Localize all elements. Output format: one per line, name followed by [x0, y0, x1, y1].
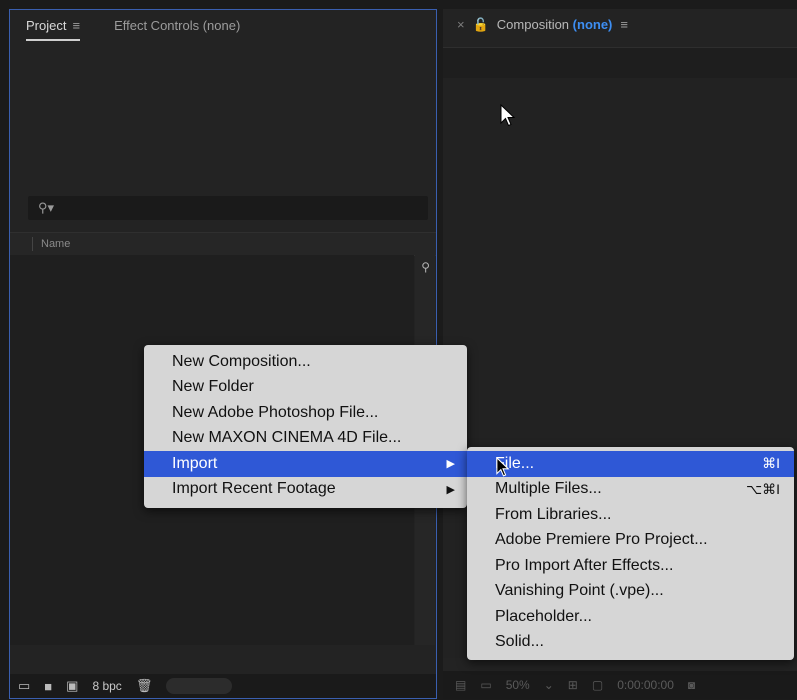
timecode[interactable]: 0:00:00:00 [617, 678, 674, 692]
tab-project-label: Project [26, 18, 67, 33]
column-separator [32, 237, 33, 251]
tab-project[interactable]: Project ≡ [26, 18, 81, 41]
zoom-level[interactable]: 50% [506, 678, 530, 692]
menu-item-label: Import Recent Footage [172, 480, 336, 498]
submenu-item-from-libraries[interactable]: From Libraries... [467, 502, 794, 528]
menu-item-import[interactable]: Import ▶ [144, 451, 467, 477]
region-icon[interactable]: ▢ [592, 678, 603, 692]
lock-icon[interactable]: 🔓 [473, 17, 489, 33]
trash-icon[interactable]: 🗑 [136, 678, 153, 694]
panel-menu-icon[interactable]: ≡ [72, 18, 80, 33]
search-icon: ⚲▾ [38, 200, 55, 215]
menu-item-label: Multiple Files... [495, 480, 602, 498]
project-preview-area [10, 48, 436, 200]
menu-item-label: Solid... [495, 633, 544, 651]
zoom-dropdown-icon[interactable]: ⌄ [544, 678, 554, 692]
submenu-item-solid[interactable]: Solid... [467, 630, 794, 656]
submenu-item-vanishing-point[interactable]: Vanishing Point (.vpe)... [467, 579, 794, 605]
composition-none-label: (none) [572, 17, 613, 32]
column-header[interactable]: Name [10, 232, 436, 256]
camera-icon[interactable]: ◙ [688, 678, 695, 692]
menu-item-shortcut: ⌥⌘I [745, 480, 780, 497]
submenu-item-placeholder[interactable]: Placeholder... [467, 604, 794, 630]
column-header-name[interactable]: Name [41, 238, 70, 250]
menu-item-label: New Folder [172, 378, 254, 396]
menu-item-label: New Composition... [172, 352, 311, 370]
menu-item-label: Adobe Premiere Pro Project... [495, 531, 708, 549]
menu-item-label: Pro Import After Effects... [495, 556, 674, 574]
project-search-input[interactable]: ⚲▾ [28, 196, 428, 220]
menu-item-label: Vanishing Point (.vpe)... [495, 582, 664, 600]
menu-item-new-folder[interactable]: New Folder [144, 375, 467, 401]
composition-title: Composition [496, 17, 570, 32]
submenu-arrow-icon: ▶ [446, 458, 455, 471]
menu-item-label: From Libraries... [495, 505, 612, 523]
tab-effect-controls[interactable]: Effect Controls (none) [114, 18, 240, 33]
menu-item-label: Placeholder... [495, 607, 592, 625]
composition-footer: ▤ ▭ 50% ⌄ ⊞ ▢ 0:00:00:00 ◙ [443, 671, 797, 699]
menu-item-label: New Adobe Photoshop File... [172, 403, 379, 421]
menu-item-shortcut: ⌘I [762, 455, 780, 472]
menu-item-new-cinema4d-file[interactable]: New MAXON CINEMA 4D File... [144, 426, 467, 452]
menu-item-label: New MAXON CINEMA 4D File... [172, 429, 402, 447]
menu-item-import-recent-footage[interactable]: Import Recent Footage ▶ [144, 477, 467, 503]
grid-icon[interactable]: ⊞ [568, 678, 578, 692]
project-tabbar: Project ≡ Effect Controls (none) [10, 10, 436, 48]
import-submenu: File... ⌘I Multiple Files... ⌥⌘I From Li… [467, 447, 794, 660]
submenu-item-premiere-project[interactable]: Adobe Premiere Pro Project... [467, 528, 794, 554]
menu-item-new-photoshop-file[interactable]: New Adobe Photoshop File... [144, 400, 467, 426]
submenu-arrow-icon: ▶ [446, 483, 455, 496]
composition-subbar [443, 47, 797, 78]
tab-effect-controls-label: Effect Controls (none) [114, 18, 241, 33]
new-folder-icon[interactable]: ■ [44, 679, 52, 694]
menu-item-label: Import [172, 454, 218, 472]
close-icon[interactable]: × [457, 17, 465, 32]
bit-depth-button[interactable]: 8 bpc [92, 679, 121, 693]
new-composition-icon[interactable]: ▣ [66, 678, 78, 694]
thumbnail-size-slider[interactable] [166, 678, 233, 694]
project-bottom-bar: ▭ ■ ▣ 8 bpc 🗑 [10, 674, 436, 698]
safe-zones-icon[interactable]: ▤ [455, 678, 466, 692]
monitor-icon[interactable]: ▭ [480, 678, 491, 692]
mouse-cursor-icon [496, 457, 510, 477]
submenu-item-multiple-files[interactable]: Multiple Files... ⌥⌘I [467, 477, 794, 503]
mouse-cursor-icon [500, 104, 516, 127]
composition-tabbar: × 🔓 Composition (none) ≡ [443, 9, 797, 47]
project-context-menu: New Composition... New Folder New Adobe … [144, 345, 467, 508]
flowchart-icon[interactable]: ⚲ [421, 260, 430, 274]
composition-tab-title[interactable]: Composition (none) [497, 17, 613, 32]
interpret-footage-icon[interactable]: ▭ [18, 678, 30, 694]
submenu-item-file[interactable]: File... ⌘I [467, 451, 794, 477]
menu-item-new-composition[interactable]: New Composition... [144, 349, 467, 375]
composition-menu-icon[interactable]: ≡ [620, 17, 628, 32]
submenu-item-pro-import[interactable]: Pro Import After Effects... [467, 553, 794, 579]
